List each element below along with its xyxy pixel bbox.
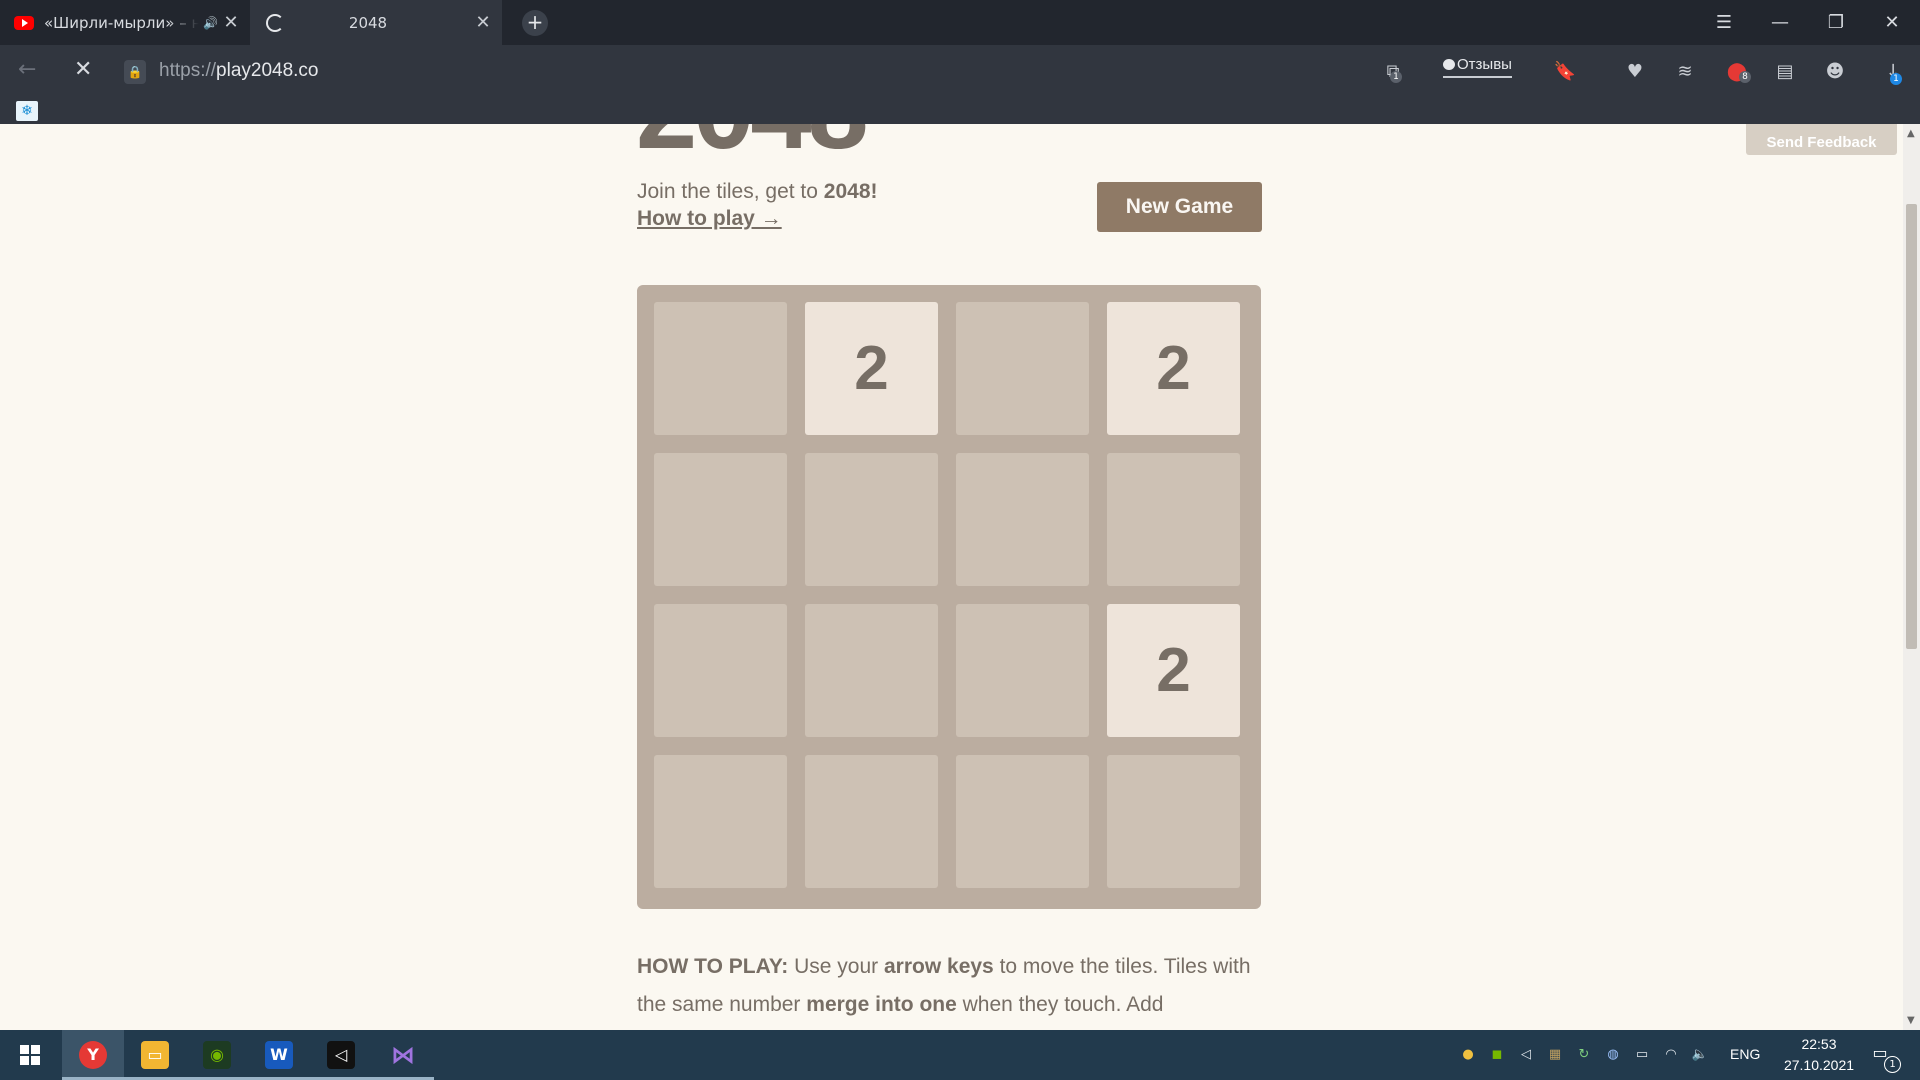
- wifi-icon[interactable]: ≋: [1672, 59, 1698, 85]
- empty-cell: [956, 604, 1089, 737]
- empty-cell: [956, 755, 1089, 888]
- profile-icon[interactable]: ☻: [1822, 59, 1848, 85]
- browser-tab-strip: «Ширли-мырли» – н 🔊 ✕ 2048 ✕ + ☰ — ❐ ✕: [0, 0, 1920, 45]
- intro-text: Join the tiles, get to 2048!: [637, 180, 878, 204]
- loading-spinner-icon: [266, 13, 284, 32]
- notification-count-badge: 1: [1884, 1056, 1901, 1073]
- new-tab-button[interactable]: +: [522, 10, 548, 36]
- tab-close-icon[interactable]: ✕: [470, 12, 496, 33]
- tile-2: 2: [1107, 604, 1240, 737]
- tile-2: 2: [805, 302, 938, 435]
- rules-bold: merge into one: [806, 993, 957, 1016]
- empty-cell: [654, 302, 787, 435]
- scroll-up-icon[interactable]: ▲: [1907, 128, 1915, 139]
- downloads-badge: 1: [1890, 73, 1902, 85]
- game-board[interactable]: 2 2 2: [637, 285, 1261, 909]
- intro-prefix: Join the tiles, get to: [637, 180, 824, 203]
- taskbar-unity[interactable]: ◁: [310, 1030, 372, 1080]
- scroll-down-icon[interactable]: ▼: [1907, 1015, 1915, 1026]
- empty-cell: [654, 604, 787, 737]
- empty-cell: [654, 453, 787, 586]
- clock[interactable]: 22:53 27.10.2021: [1772, 1034, 1866, 1076]
- tab-title: «Ширли-мырли» – н: [44, 13, 200, 32]
- rules-text: Use your: [788, 955, 884, 978]
- tray-app-icon[interactable]: ◍: [1603, 1045, 1623, 1065]
- empty-cell: [1107, 755, 1240, 888]
- browser-menu-icon[interactable]: ☰: [1696, 0, 1752, 45]
- tab-title: 2048: [348, 13, 388, 32]
- language-indicator[interactable]: ENG: [1730, 1046, 1760, 1062]
- rules-bold: arrow keys: [884, 955, 994, 978]
- taskbar-yandex-browser[interactable]: Y: [62, 1030, 124, 1080]
- reviews-label: Отзывы: [1457, 56, 1512, 73]
- tile-2: 2: [1107, 302, 1240, 435]
- tab-2048[interactable]: 2048 ✕: [250, 0, 502, 45]
- tray-unity-icon[interactable]: ◁: [1516, 1045, 1536, 1065]
- tray-weather-icon[interactable]: ●: [1458, 1045, 1478, 1065]
- taskbar-visual-studio[interactable]: ⋈: [372, 1030, 434, 1080]
- volume-icon[interactable]: 🔈: [1690, 1045, 1710, 1065]
- speech-bubble-icon: [1443, 59, 1455, 70]
- empty-cell: [956, 453, 1089, 586]
- start-button[interactable]: [0, 1030, 60, 1080]
- taskbar-nvidia[interactable]: ◉: [186, 1030, 248, 1080]
- rules-heading: HOW TO PLAY:: [637, 955, 789, 978]
- back-button[interactable]: ←: [18, 57, 36, 82]
- reviews-button[interactable]: Отзывы: [1443, 56, 1512, 78]
- word-icon: W: [265, 1041, 293, 1069]
- tab-youtube[interactable]: «Ширли-мырли» – н 🔊 ✕: [0, 0, 250, 45]
- nvidia-icon: ◉: [203, 1041, 231, 1069]
- clock-date: 27.10.2021: [1783, 1057, 1855, 1073]
- intro-target: 2048!: [823, 180, 878, 203]
- page-content: 2048 Send Feedback Join the tiles, get t…: [0, 124, 1903, 1030]
- network-icon[interactable]: ◠: [1661, 1045, 1681, 1065]
- audio-playing-icon[interactable]: 🔊: [203, 16, 218, 30]
- file-explorer-icon: ▭: [141, 1041, 169, 1069]
- url-host: play2048.co: [216, 60, 319, 81]
- close-window-button[interactable]: ✕: [1864, 0, 1920, 45]
- tab-count-badge: 1: [1390, 71, 1402, 83]
- restore-button[interactable]: ❐: [1808, 0, 1864, 45]
- lock-icon[interactable]: 🔒: [124, 60, 146, 84]
- minimize-button[interactable]: —: [1752, 0, 1808, 45]
- empty-cell: [805, 604, 938, 737]
- new-game-button[interactable]: New Game: [1097, 182, 1262, 232]
- url-protocol: https://: [159, 60, 217, 81]
- youtube-icon: [14, 15, 34, 30]
- windows-logo-icon: [20, 1045, 40, 1065]
- battery-icon[interactable]: ▭: [1632, 1045, 1652, 1065]
- send-feedback-button[interactable]: Send Feedback: [1746, 124, 1897, 155]
- windows-taskbar: Y ▭ ◉ W ◁ ⋈ ● ◼ ◁ ▦ ↻ ◍ ▭ ◠ 🔈 ENG 22:53 …: [0, 1030, 1920, 1080]
- page-title: 2048: [636, 124, 869, 166]
- page-scrollbar[interactable]: ▲ ▼: [1903, 124, 1920, 1030]
- scrollbar-thumb[interactable]: [1906, 204, 1917, 649]
- empty-cell: [805, 453, 938, 586]
- rules-text: when they touch. Add: [956, 993, 1164, 1016]
- url-field[interactable]: https://play2048.co: [159, 60, 319, 82]
- tray-app-icon[interactable]: ▦: [1545, 1045, 1565, 1065]
- empty-cell: [805, 755, 938, 888]
- bookmark-icon[interactable]: 🔖: [1552, 59, 1578, 85]
- heart-extension-icon[interactable]: ♥: [1622, 59, 1648, 85]
- empty-cell: [1107, 453, 1240, 586]
- empty-cell: [956, 302, 1089, 435]
- tray-nvidia-icon[interactable]: ◼: [1487, 1045, 1507, 1065]
- extension-badge: 8: [1739, 71, 1751, 83]
- bookmarks-bar: ❄: [0, 100, 1920, 124]
- tray-sync-icon[interactable]: ↻: [1574, 1045, 1594, 1065]
- snowflake-bookmark-icon[interactable]: ❄: [16, 101, 38, 121]
- tab-close-icon[interactable]: ✕: [218, 12, 244, 33]
- address-bar: ← ✕ 🔒 https://play2048.co ⧉ 1 Отзывы 🔖 ♥…: [0, 45, 1920, 100]
- page-icon[interactable]: ▤: [1772, 59, 1798, 85]
- how-to-play-text: HOW TO PLAY: Use your arrow keys to move…: [637, 948, 1267, 1024]
- yandex-browser-icon: Y: [79, 1041, 107, 1069]
- clock-time: 22:53: [1801, 1036, 1837, 1052]
- how-to-play-link[interactable]: How to play →: [637, 207, 782, 231]
- taskbar-file-explorer[interactable]: ▭: [124, 1030, 186, 1080]
- taskbar-word[interactable]: W: [248, 1030, 310, 1080]
- stop-loading-button[interactable]: ✕: [74, 57, 92, 82]
- empty-cell: [654, 755, 787, 888]
- visual-studio-icon: ⋈: [391, 1041, 415, 1069]
- unity-icon: ◁: [327, 1041, 355, 1069]
